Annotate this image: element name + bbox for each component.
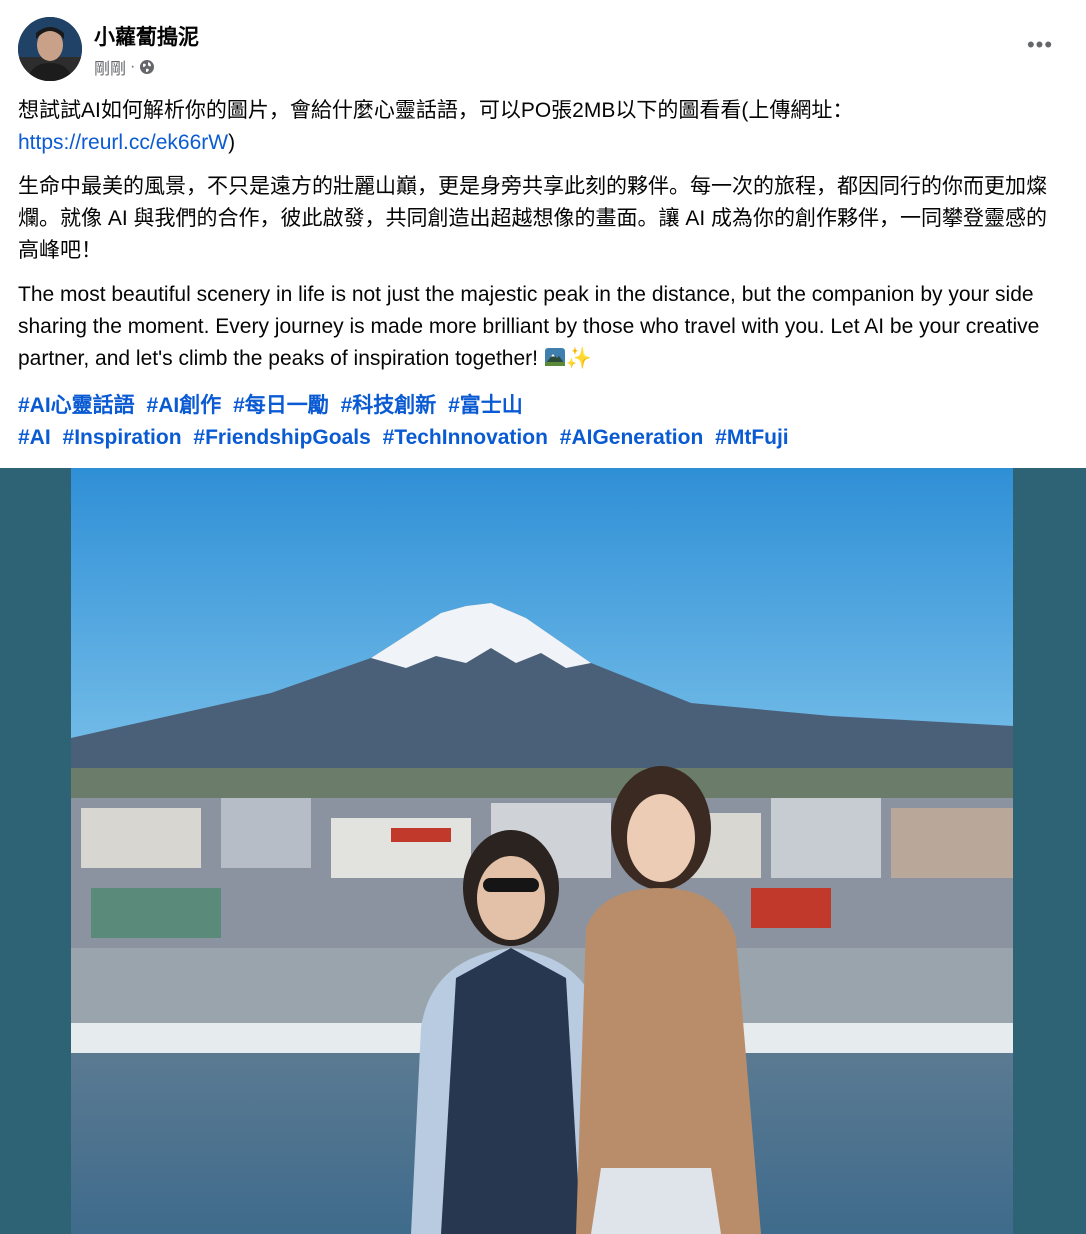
post-photo[interactable] [71,468,1013,1234]
hashtag[interactable]: #AI心靈話語 [18,394,135,417]
hashtags: #AI心靈話語 #AI創作 #每日一勵 #科技創新 #富士山 #AI #Insp… [18,390,1068,454]
more-icon: ••• [1026,32,1054,57]
intro-text: 想試試AI如何解析你的圖片，會給什麼心靈話語，可以PO張2MB以下的圖看看(上傳… [18,99,854,122]
hashtag[interactable]: #TechInnovation [383,426,548,449]
hashtag[interactable]: #AI創作 [147,394,222,417]
english-text: The most beautiful scenery in life is no… [18,283,1040,370]
facebook-post: 小蘿蔔搗泥 剛剛 · ••• 想試試AI如何解析你的圖片，會給什麼心靈話語，可以… [0,0,1086,1234]
hashtag[interactable]: #富士山 [448,394,523,417]
globe-icon[interactable] [139,59,155,75]
upload-link[interactable]: https://reurl.cc/ek66rW [18,131,228,154]
hashtags-zh-row: #AI心靈話語 #AI創作 #每日一勵 #科技創新 #富士山 [18,390,1068,422]
meta-separator: · [130,58,136,75]
post-meta: 剛剛 · [94,55,155,79]
photo-container [0,468,1086,1234]
hashtag[interactable]: #FriendshipGoals [193,426,370,449]
post-body: 想試試AI如何解析你的圖片，會給什麼心靈話語，可以PO張2MB以下的圖看看(上傳… [18,95,1068,454]
hashtag[interactable]: #Inspiration [63,426,182,449]
post-header: 小蘿蔔搗泥 剛剛 · ••• [18,17,1068,83]
hashtag[interactable]: #MtFuji [715,426,789,449]
mountain-emoji-icon [544,346,566,378]
sparkle-icon: ✨ [565,347,592,370]
avatar[interactable] [18,17,82,81]
hashtags-en-row: #AI #Inspiration #FriendshipGoals #TechI… [18,422,1068,454]
hashtag[interactable]: #科技創新 [341,394,437,417]
more-options-button[interactable]: ••• [1020,25,1060,65]
hashtag[interactable]: #AI [18,426,51,449]
hashtag[interactable]: #AIGeneration [560,426,704,449]
english-paragraph: The most beautiful scenery in life is no… [18,279,1068,378]
hashtag[interactable]: #每日一勵 [233,394,329,417]
chinese-paragraph: 生命中最美的風景，不只是遠方的壯麗山巔，更是身旁共享此刻的夥伴。每一次的旅程，都… [18,175,1048,262]
intro-suffix: ) [228,131,236,154]
intro-paragraph: 想試試AI如何解析你的圖片，會給什麼心靈話語，可以PO張2MB以下的圖看看(上傳… [18,95,1068,159]
post-time[interactable]: 剛剛 [94,55,126,79]
author-name[interactable]: 小蘿蔔搗泥 [94,21,199,51]
